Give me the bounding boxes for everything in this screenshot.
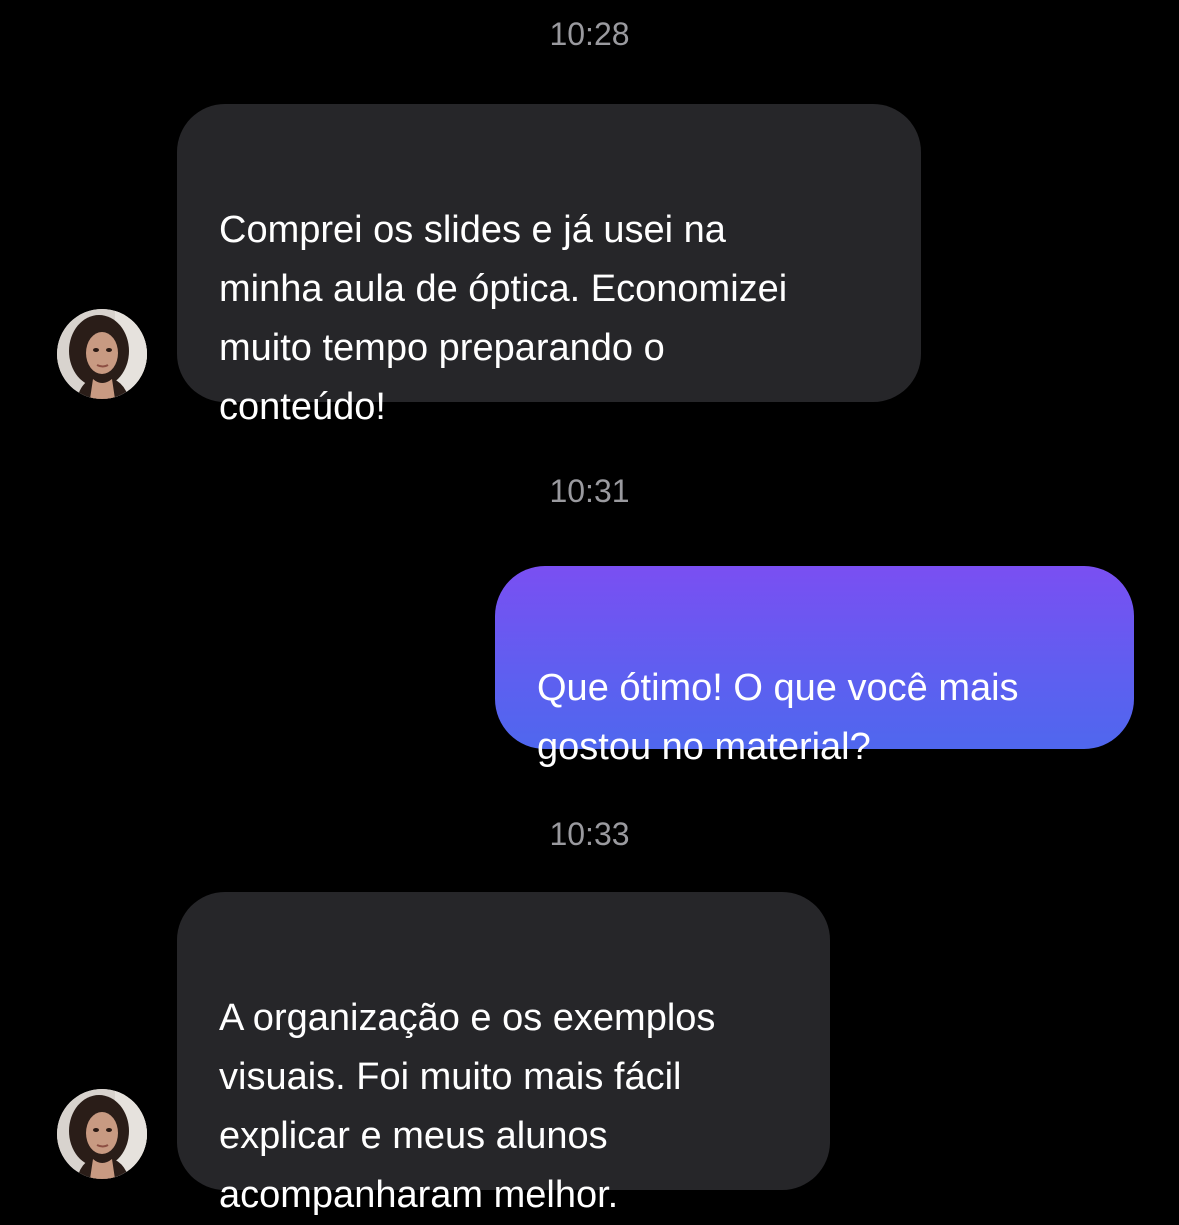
message-text: Que ótimo! O que você mais gostou no mat…	[537, 667, 1019, 768]
message-text: Comprei os slides e já usei na minha aul…	[219, 209, 788, 428]
avatar-photo-icon	[57, 309, 147, 399]
avatar-photo-icon	[57, 1089, 147, 1179]
timestamp: 10:31	[549, 473, 630, 509]
incoming-message-bubble[interactable]: Comprei os slides e já usei na minha aul…	[177, 104, 921, 428]
message-text: A organização e os exemplos visuais. Foi…	[219, 997, 716, 1216]
timestamp: 10:33	[549, 816, 630, 852]
incoming-message-bubble[interactable]: A organização e os exemplos visuais. Foi…	[177, 892, 830, 1216]
contact-avatar[interactable]	[57, 309, 147, 399]
contact-avatar[interactable]	[57, 1089, 147, 1179]
outgoing-message-bubble[interactable]: Que ótimo! O que você mais gostou no mat…	[495, 566, 1134, 768]
timestamp: 10:28	[549, 16, 630, 52]
